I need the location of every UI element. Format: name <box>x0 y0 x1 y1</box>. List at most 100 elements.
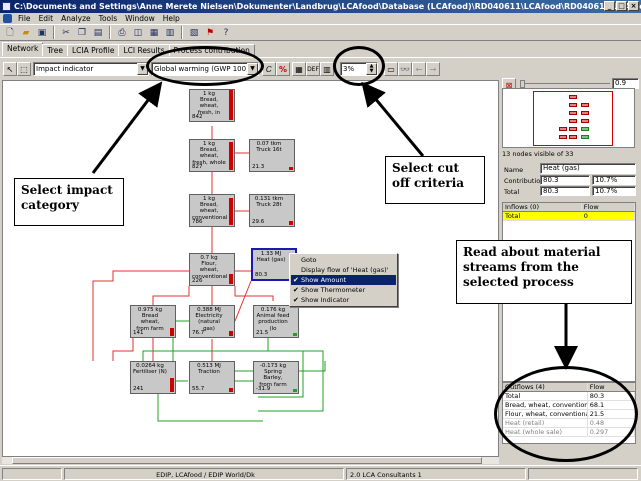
flag-icon[interactable]: ⚑ <box>203 26 217 40</box>
contribution-field: 80.3 <box>540 175 590 185</box>
window-icon[interactable]: ▭ <box>384 62 398 76</box>
check-icon: ✔ <box>293 286 299 294</box>
help-icon[interactable]: ? <box>219 26 233 40</box>
node-value: -31.9 <box>256 385 271 392</box>
process-node[interactable]: 1 kg Bread, wheat, fresh, in 842 <box>189 89 235 122</box>
percent-icon[interactable]: % <box>276 62 290 76</box>
window-title: C:\Documents and Settings\Anne Merete Ni… <box>14 2 641 11</box>
network-canvas[interactable]: 1 kg Bread, wheat, fresh, in 842 1 kg Bread… <box>2 80 499 464</box>
menu-item-goto[interactable]: Goto <box>291 255 396 265</box>
name-field: Heat (gas) <box>540 163 636 174</box>
status-pane-empty <box>528 467 638 480</box>
thermometer-bar <box>229 388 233 392</box>
score-icon[interactable]: ▥ <box>320 62 334 76</box>
process-node[interactable]: -0.173 kg Spring Barley, from farm -31.9 <box>253 361 299 394</box>
menu-item-show-indicator[interactable]: ✔ Show Indicator <box>291 295 396 305</box>
default-icon[interactable]: DEF <box>306 62 320 76</box>
thermometer-bar <box>229 142 233 170</box>
document-icon <box>3 14 12 23</box>
node-value: 241 <box>133 385 144 392</box>
characterization-icon[interactable]: 𝐶 <box>262 62 276 76</box>
minimize-icon[interactable]: _ <box>604 1 615 11</box>
process-node[interactable]: 0.7 kg Flour, wheat, conventional 226 <box>189 253 235 286</box>
status-bar: EDIP, LCAfood / EDIP World/Dk 2.0 LCA Co… <box>0 465 641 481</box>
annotation-oval-impact <box>146 46 264 86</box>
open-folder-icon[interactable]: ▰ <box>19 26 33 40</box>
maximize-icon[interactable]: □ <box>616 1 627 11</box>
horizontal-scrollbar[interactable] <box>2 456 499 464</box>
thermometer-bar <box>229 274 233 284</box>
node-value: 141 <box>133 329 144 336</box>
thermometer-bar <box>293 389 297 392</box>
table-row[interactable]: Total 0 <box>503 212 635 221</box>
preview-icon[interactable]: ◫ <box>131 26 145 40</box>
total-pct-field: 10.7% <box>592 186 636 196</box>
thermometer-bar <box>170 328 174 336</box>
print-icon[interactable]: ⎙ <box>115 26 129 40</box>
node-value: 786 <box>192 218 203 225</box>
node-value: 21.5 <box>256 329 269 336</box>
total-field: 80.3 <box>540 186 590 196</box>
total-label: Total <box>504 188 520 196</box>
node-value: 76.7 <box>192 329 205 336</box>
process-node[interactable]: 0.388 MJ Electricity (natural gas) 76.7 <box>189 305 235 338</box>
calculate-icon[interactable]: ▦ <box>147 26 161 40</box>
chart-icon[interactable]: ▧ <box>187 26 201 40</box>
process-node[interactable]: 0.0264 kg Fertiliser (N) 241 <box>130 361 176 394</box>
network-overview[interactable] <box>502 88 635 148</box>
menu-item-show-thermometer[interactable]: ✔ Show Thermometer <box>291 285 396 295</box>
close-icon[interactable]: × <box>628 1 639 11</box>
slider-thumb[interactable] <box>520 80 525 88</box>
select-icon[interactable]: ⬚ <box>17 62 31 76</box>
thermometer-bar <box>229 331 233 336</box>
grid-icon[interactable]: ▦ <box>292 62 306 76</box>
process-node[interactable]: 1 kg Bread, wheat, conventional 786 <box>189 194 235 227</box>
callout-impact-category: Select impact category <box>14 178 124 226</box>
scrollbar-thumb[interactable] <box>12 457 482 464</box>
menu-analyze[interactable]: Analyze <box>57 13 95 24</box>
node-value: 29.6 <box>252 218 265 225</box>
indicator-type-select[interactable]: Impact indicator ▼ <box>33 62 149 76</box>
process-node[interactable]: 1 kg Bread, wheat, fresh, whole 827 <box>189 139 235 172</box>
thermometer-bar <box>229 198 233 225</box>
contribution-pct-field: 10.7% <box>592 175 636 185</box>
node-value: 55.7 <box>192 385 205 392</box>
pointer-icon[interactable]: ↖ <box>3 62 17 76</box>
tab-network[interactable]: Network <box>2 42 44 56</box>
zoom-slider[interactable] <box>520 80 610 88</box>
node-value: 827 <box>192 163 203 170</box>
callout-cutoff: Select cut off criteria <box>385 156 485 204</box>
node-value: 842 <box>192 113 203 120</box>
node-value: 226 <box>192 277 203 284</box>
menu-edit[interactable]: Edit <box>35 13 58 24</box>
forward-icon[interactable]: → <box>426 62 440 76</box>
process-node[interactable]: 0.07 tkm Truck 16t 21.3 <box>249 139 295 172</box>
menu-window[interactable]: Window <box>121 13 159 24</box>
tab-lcia-profile[interactable]: LCIA Profile <box>66 44 120 56</box>
check-icon: ✔ <box>293 296 299 304</box>
menu-tools[interactable]: Tools <box>95 13 121 24</box>
thermometer-bar <box>170 378 174 392</box>
process-node[interactable]: 0.513 MJ Traction 55.7 <box>189 361 235 394</box>
annotation-oval-cutoff <box>333 46 385 86</box>
binoculars-icon[interactable]: 👓 <box>398 62 412 76</box>
menu-item-display-flow[interactable]: Display flow of 'Heat (gas)' <box>291 265 396 275</box>
paste-icon[interactable]: ▤ <box>91 26 105 40</box>
new-file-icon[interactable]: 🗋 <box>3 26 17 40</box>
tab-tree[interactable]: Tree <box>42 44 68 56</box>
menu-item-show-amount[interactable]: ✔ Show Amount <box>291 275 396 285</box>
process-node[interactable]: 0.176 kg Animal feed production (lo 21.5 <box>253 305 299 338</box>
toolbar-divider <box>109 26 111 39</box>
process-node[interactable]: 0.131 tkm Truck 28t 29.6 <box>249 194 295 227</box>
menu-help[interactable]: Help <box>159 13 184 24</box>
window-title-bar: C:\Documents and Settings\Anne Merete Ni… <box>0 0 641 13</box>
copy-icon[interactable]: ❐ <box>75 26 89 40</box>
analyze-icon[interactable]: ▥ <box>163 26 177 40</box>
cut-icon[interactable]: ✂ <box>59 26 73 40</box>
menu-file[interactable]: File <box>14 13 35 24</box>
process-node[interactable]: 0.975 kg Bread wheat, from farm 141 <box>130 305 176 338</box>
save-icon[interactable]: ▣ <box>35 26 49 40</box>
back-icon[interactable]: ← <box>412 62 426 76</box>
thermometer-bar <box>289 221 293 225</box>
nodes-visible-label: 13 nodes visible of 33 <box>502 150 574 158</box>
